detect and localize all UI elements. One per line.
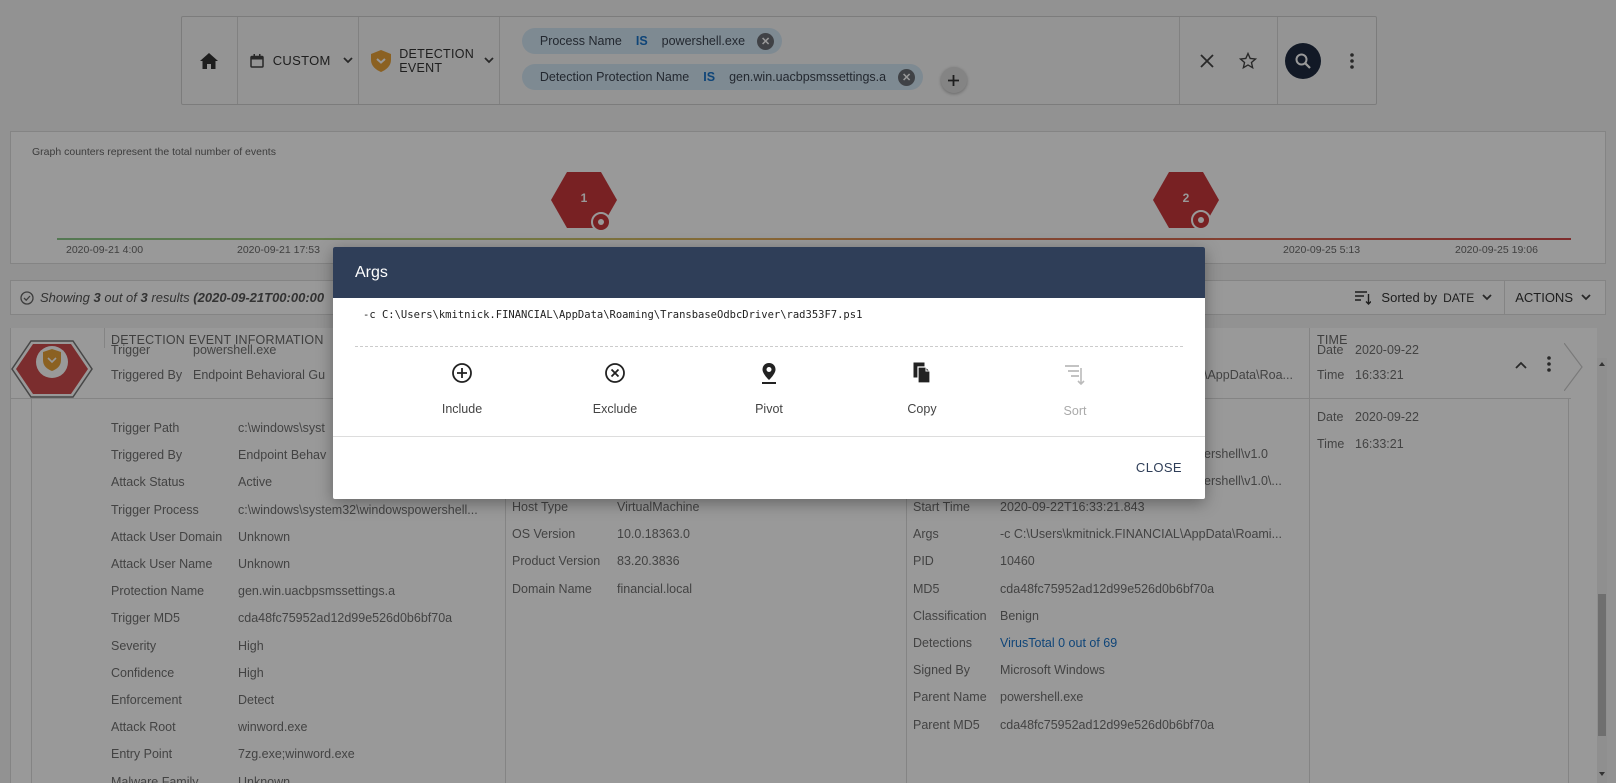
sort-icon: [1065, 365, 1085, 386]
copy-label: Copy: [907, 402, 937, 416]
close-label: CLOSE: [1135, 460, 1182, 475]
dialog-divider: [355, 346, 1183, 347]
args-dialog: Args -c C:\Users\kmitnick.FINANCIAL\AppD…: [333, 247, 1205, 499]
include-action[interactable]: Include: [402, 362, 522, 416]
add-circle-icon: [452, 363, 472, 383]
args-value: -c C:\Users\kmitnick.FINANCIAL\AppData\R…: [363, 309, 863, 321]
dialog-footer-divider: [333, 436, 1205, 437]
copy-icon: [913, 362, 931, 384]
sort-action: Sort: [1015, 364, 1135, 418]
pin-icon: [762, 363, 776, 384]
close-button[interactable]: CLOSE: [1136, 460, 1182, 475]
pivot-label: Pivot: [755, 402, 783, 416]
sort-label: Sort: [1063, 404, 1087, 418]
include-label: Include: [441, 402, 483, 416]
dialog-title: Args: [355, 263, 388, 281]
dialog-header: Args: [333, 247, 1205, 298]
copy-action[interactable]: Copy: [862, 362, 982, 416]
cancel-circle-icon: [605, 363, 625, 383]
exclude-action[interactable]: Exclude: [555, 362, 675, 416]
exclude-label: Exclude: [592, 402, 638, 416]
pivot-action[interactable]: Pivot: [709, 362, 829, 416]
